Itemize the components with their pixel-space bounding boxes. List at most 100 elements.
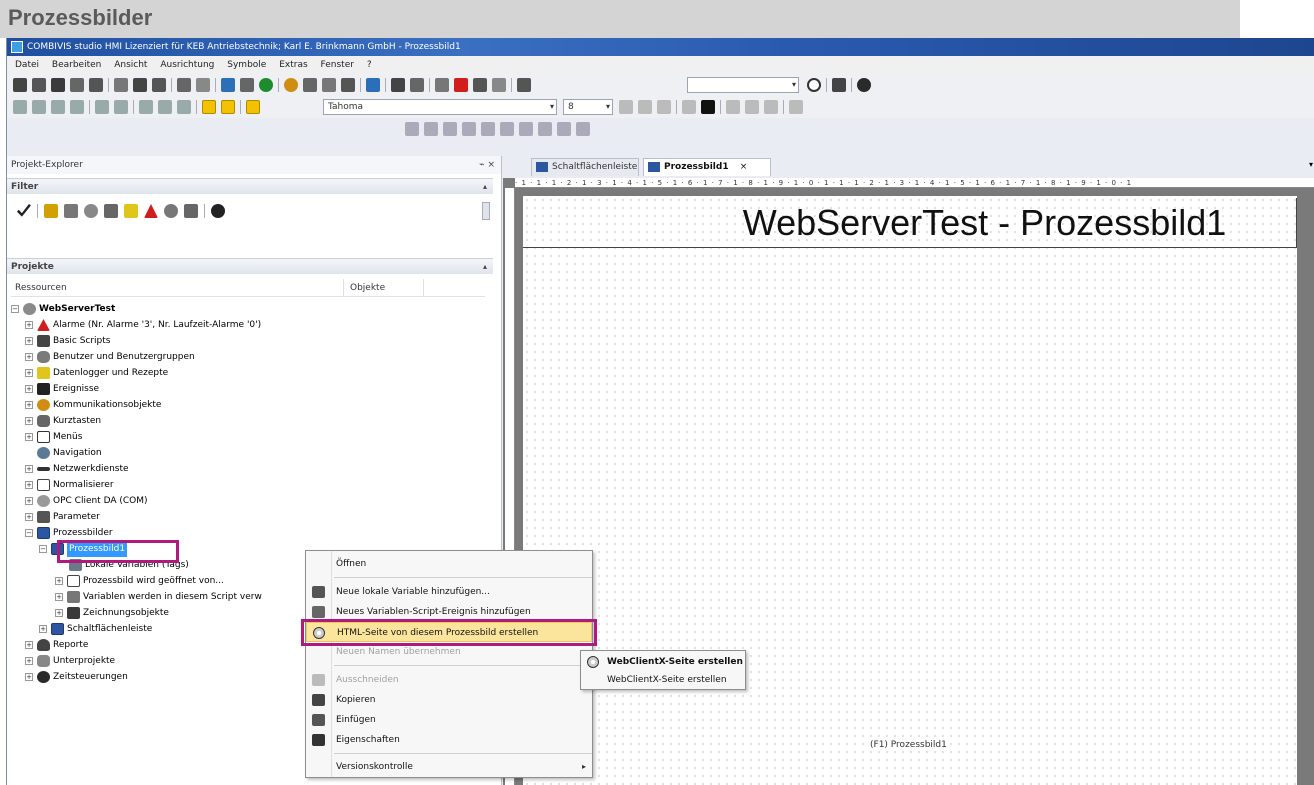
menu-help[interactable]: ? (367, 60, 372, 70)
projects-section-header[interactable]: Projekte ▴ (7, 258, 493, 274)
tree-item[interactable]: + Zeichnungsobjekte (55, 605, 169, 621)
layout-d-icon[interactable] (462, 122, 476, 136)
layout-i-icon[interactable] (557, 122, 571, 136)
tree-item[interactable]: + Basic Scripts (25, 333, 110, 349)
fill-color-icon[interactable] (682, 100, 696, 114)
tree-item[interactable]: + Variablen werden in diesem Script verw (55, 589, 262, 605)
search-icon[interactable] (807, 78, 821, 92)
tree-item[interactable]: + Kurztasten (25, 413, 101, 429)
tool8-icon[interactable] (454, 78, 468, 92)
layout-h-icon[interactable] (538, 122, 552, 136)
search-combo[interactable]: ▾ (687, 77, 799, 93)
check-icon[interactable] (17, 204, 31, 217)
print-icon[interactable] (832, 78, 846, 92)
menu-ansicht[interactable]: Ansicht (114, 60, 147, 70)
canvas-title-text[interactable]: WebServerTest - Prozessbild1 (523, 198, 1297, 248)
tool3-icon[interactable] (341, 78, 355, 92)
tree-item[interactable]: + Alarme (Nr. Alarme '3', Nr. Laufzeit-Al… (25, 317, 261, 333)
filter-help-icon[interactable] (211, 204, 225, 218)
filter-users-icon[interactable] (104, 204, 118, 218)
grid-icon[interactable] (202, 100, 216, 114)
tool-icon[interactable] (303, 78, 317, 92)
align-right-icon[interactable] (51, 100, 65, 114)
text-center-icon[interactable] (745, 100, 759, 114)
pin-close-icon[interactable]: ⌁ × (479, 156, 495, 174)
menu-fenster[interactable]: Fenster (321, 60, 354, 70)
tool10-icon[interactable] (492, 78, 506, 92)
cut-icon[interactable] (114, 78, 128, 92)
tree-item[interactable]: + Unterprojekte (25, 653, 115, 669)
open-icon[interactable] (32, 78, 46, 92)
tool6-icon[interactable] (410, 78, 424, 92)
tree-item[interactable]: + Menüs (25, 429, 82, 445)
layout-j-icon[interactable] (576, 122, 590, 136)
size-icon[interactable] (139, 100, 153, 114)
size2-icon[interactable] (158, 100, 172, 114)
tree-item[interactable]: + Ereignisse (25, 381, 99, 397)
menu-item-copy[interactable]: Kopieren (306, 690, 592, 710)
menu-bearbeiten[interactable]: Bearbeiten (52, 60, 101, 70)
menu-ausrichtung[interactable]: Ausrichtung (160, 60, 214, 70)
font-size-combo[interactable]: 8 ▾ (563, 99, 613, 115)
menu-item-paste[interactable]: Einfügen (306, 710, 592, 730)
filter-gear-icon[interactable] (164, 204, 178, 218)
filter-scrollbar[interactable] (482, 202, 490, 220)
text-color-icon[interactable] (701, 100, 715, 114)
menu-extras[interactable]: Extras (279, 60, 307, 70)
layout-e-icon[interactable] (481, 122, 495, 136)
design-canvas[interactable]: WebServerTest - Prozessbild1 (F1) Prozes… (523, 196, 1297, 785)
filter-tags-icon[interactable] (184, 204, 198, 218)
tree-item[interactable]: + Prozessbild wird geöffnet von... (55, 573, 224, 589)
col-objects[interactable]: Objekte (343, 279, 385, 297)
new-icon[interactable] (13, 78, 27, 92)
filter-logger-icon[interactable] (124, 204, 138, 218)
text-right-icon[interactable] (764, 100, 778, 114)
align-top-icon[interactable] (70, 100, 84, 114)
italic-icon[interactable] (638, 100, 652, 114)
text-size-icon[interactable] (789, 100, 803, 114)
tree-item[interactable]: + Parameter (25, 509, 100, 525)
filter-warning-icon[interactable] (144, 204, 158, 218)
submenu-item-webclientx-2[interactable]: WebClientX-Seite erstellen (581, 671, 745, 689)
tree-item[interactable]: Navigation (37, 445, 102, 461)
close-icon[interactable]: × (740, 162, 748, 172)
layout-b-icon[interactable] (424, 122, 438, 136)
paste-icon[interactable] (152, 78, 166, 92)
align-left-icon[interactable] (13, 100, 27, 114)
layout-f-icon[interactable] (500, 122, 514, 136)
underline-icon[interactable] (657, 100, 671, 114)
properties-icon[interactable] (89, 78, 103, 92)
tool7-icon[interactable] (435, 78, 449, 92)
menu-datei[interactable]: Datei (15, 60, 39, 70)
layout-g-icon[interactable] (519, 122, 533, 136)
group-icon[interactable] (95, 100, 109, 114)
layout-icon[interactable] (240, 78, 254, 92)
pointer-icon[interactable] (517, 78, 531, 92)
text-left-icon[interactable] (726, 100, 740, 114)
submenu-item-webclientx[interactable]: WebClientX-Seite erstellen (581, 653, 745, 671)
tree-item[interactable]: + Benutzer und Benutzergruppen (25, 349, 195, 365)
tool9-icon[interactable] (473, 78, 487, 92)
layout-c-icon[interactable] (443, 122, 457, 136)
tab-schaltflaechenleiste[interactable]: Schaltflächenleiste (531, 158, 639, 176)
tree-item[interactable]: + Normalisierer (25, 477, 114, 493)
undo-icon[interactable] (177, 78, 191, 92)
tab-prozessbild1[interactable]: Prozessbild1 × (643, 158, 771, 176)
redo-icon[interactable] (196, 78, 210, 92)
tool5-icon[interactable] (391, 78, 405, 92)
filter-opc-icon[interactable] (84, 204, 98, 218)
snap-icon[interactable] (221, 100, 235, 114)
bold-icon[interactable] (619, 100, 633, 114)
tree-item[interactable]: + Kommunikationsobjekte (25, 397, 161, 413)
menu-item-properties[interactable]: Eigenschaften (306, 730, 592, 750)
tool2-icon[interactable] (322, 78, 336, 92)
frame-icon[interactable] (246, 100, 260, 114)
filter-alarm-icon[interactable] (44, 204, 58, 218)
run-icon[interactable] (259, 78, 273, 92)
tree-item[interactable]: + Schaltflächenleiste (39, 621, 152, 637)
ungroup-icon[interactable] (114, 100, 128, 114)
filter-db-icon[interactable] (64, 204, 78, 218)
print-preview-icon[interactable] (70, 78, 84, 92)
tree-item[interactable]: + Zeitsteuerungen (25, 669, 128, 685)
tool4-icon[interactable] (366, 78, 380, 92)
